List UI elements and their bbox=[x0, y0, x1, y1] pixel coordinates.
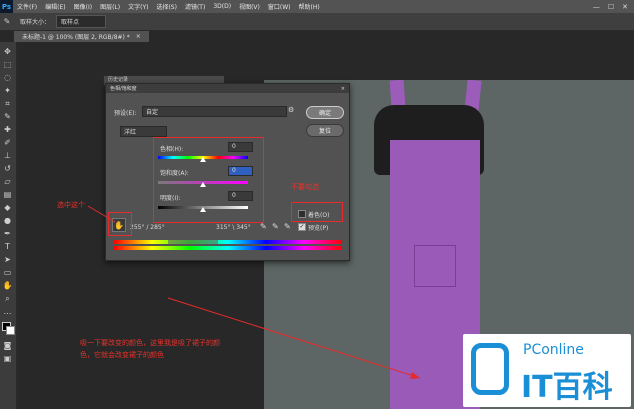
arrow-to-hand bbox=[87, 205, 116, 223]
brand-large: IT百科 bbox=[521, 370, 613, 405]
pconline-watermark: PConline IT百科 bbox=[463, 334, 631, 407]
pconline-logo-icon bbox=[471, 343, 509, 395]
brand-small: PConline bbox=[523, 342, 584, 358]
arrow-head bbox=[410, 372, 420, 379]
arrow-to-overall bbox=[167, 297, 421, 379]
